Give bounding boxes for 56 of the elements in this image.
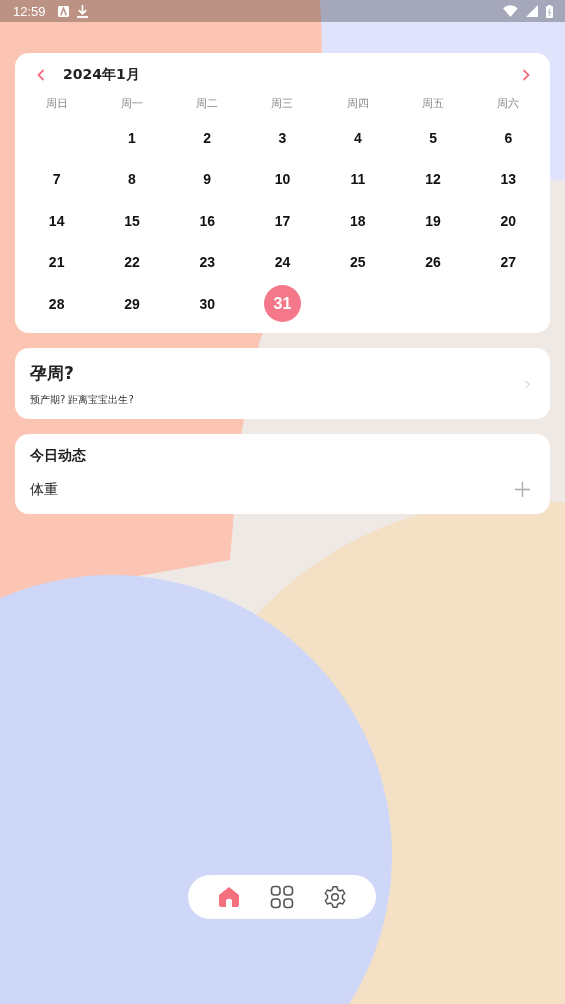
calendar-day[interactable]: 5 — [414, 119, 452, 157]
calendar-day[interactable]: 10 — [264, 160, 301, 198]
calendar-day[interactable]: 7 — [38, 160, 76, 198]
calendar-day[interactable]: 23 — [188, 243, 226, 281]
today-title: 今日动态 — [30, 446, 87, 465]
calendar-day[interactable]: 27 — [489, 243, 527, 281]
signal-icon — [526, 5, 538, 17]
pregnancy-week-title: 孕周? — [30, 361, 75, 385]
calendar-day[interactable]: 4 — [339, 119, 377, 157]
calendar-day[interactable]: 13 — [489, 160, 527, 198]
calendar-day[interactable]: 12 — [414, 160, 452, 198]
calendar-day[interactable]: 11 — [339, 160, 377, 198]
weekday-label: 周二 — [195, 96, 220, 112]
calendar-day[interactable]: 20 — [489, 202, 527, 240]
weekday-label: 周五 — [421, 96, 446, 112]
calendar-day[interactable]: 17 — [264, 202, 301, 240]
chevron-right-icon — [525, 379, 530, 389]
app-notification-icon — [57, 5, 69, 17]
pregnancy-card[interactable]: 孕周? 预产期? 距离宝宝出生? — [15, 347, 550, 419]
calendar-day[interactable]: 3 — [264, 119, 301, 157]
settings-icon — [323, 885, 347, 909]
calendar-day[interactable]: 1 — [113, 119, 151, 157]
weight-label: 体重 — [30, 480, 58, 499]
month-title: 2024年1月 — [63, 66, 140, 84]
calendar-day[interactable]: 19 — [414, 202, 452, 240]
calendar-day[interactable]: 25 — [339, 243, 377, 281]
calendar-day[interactable]: 28 — [38, 285, 76, 323]
calendar-day[interactable]: 2 — [188, 119, 226, 157]
calendar-day[interactable]: 22 — [113, 243, 151, 281]
calendar-day[interactable]: 6 — [489, 119, 527, 157]
weekday-label: 周六 — [496, 96, 521, 112]
calendar-day[interactable]: 15 — [113, 202, 151, 240]
weekday-label: 周四 — [345, 96, 370, 112]
wifi-icon — [503, 5, 518, 17]
calendar-day[interactable]: 29 — [113, 285, 151, 323]
calendar-day[interactable]: 21 — [38, 243, 76, 281]
battery-icon — [546, 4, 553, 18]
grid-icon — [270, 885, 294, 909]
due-date-text: 预产期? 距离宝宝出生? — [30, 392, 135, 407]
calendar-day[interactable]: 26 — [414, 243, 452, 281]
status-time: 12:59 — [13, 3, 46, 19]
chevron-left-icon — [37, 69, 45, 81]
weekday-label: 周三 — [270, 96, 295, 112]
calendar-day[interactable]: 18 — [339, 202, 377, 240]
chevron-right-icon — [522, 69, 530, 81]
calendar-day[interactable]: 14 — [38, 202, 76, 240]
calendar-day[interactable]: 16 — [188, 202, 226, 240]
home-icon — [217, 885, 241, 909]
calendar-day[interactable]: 30 — [188, 285, 226, 323]
add-icon[interactable] — [515, 482, 530, 497]
calendar-day[interactable]: 8 — [113, 160, 151, 198]
calendar-day[interactable]: 24 — [264, 243, 301, 281]
weekday-label: 周一 — [119, 96, 144, 112]
calendar-day[interactable]: 9 — [188, 160, 226, 198]
weekday-label: 周日 — [44, 96, 69, 112]
download-icon — [76, 4, 88, 18]
